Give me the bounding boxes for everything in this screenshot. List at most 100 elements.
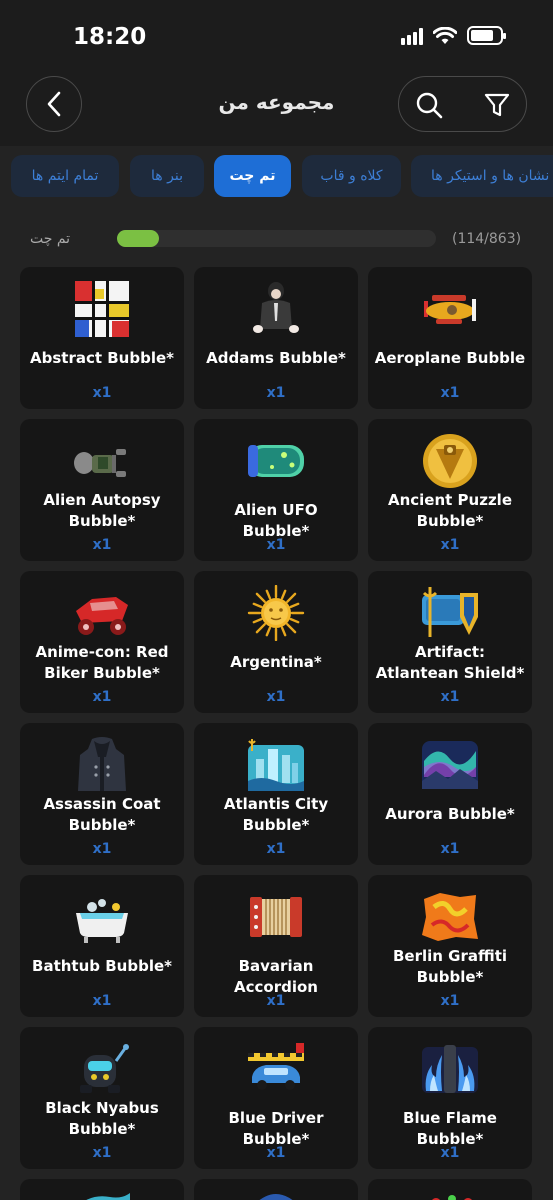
- item-name: Artifact: Atlantean Shield*: [375, 643, 525, 682]
- item-card[interactable]: Aeroplane Bubble x1: [368, 267, 532, 409]
- tab-all-items[interactable]: تمام ایتم ها: [11, 155, 119, 197]
- item-card[interactable]: Bavarian Accordion x1: [194, 875, 358, 1017]
- item-card[interactable]: Blue Driver Bubble* x1: [194, 1027, 358, 1169]
- item-quantity: x1: [266, 993, 286, 1009]
- planet-icon: [259, 1194, 293, 1200]
- bathtub-icon: [76, 899, 128, 943]
- search-icon[interactable]: [415, 91, 443, 119]
- item-card[interactable]: Blue Flame Bubble* x1: [368, 1027, 532, 1169]
- sun-ray: [265, 589, 272, 600]
- sun-ray: [289, 602, 300, 609]
- sun-ray: [286, 623, 297, 634]
- robot-bus-icon: [80, 1044, 129, 1093]
- item-card[interactable]: Berlin Graffiti Bubble* x1: [368, 875, 532, 1017]
- top-bar: 18:20 مجموعه من: [0, 0, 553, 146]
- fish-icon: [86, 1193, 130, 1200]
- sun-ray: [255, 623, 266, 634]
- item-name: Aeroplane Bubble: [374, 349, 526, 367]
- item-quantity: x1: [440, 385, 460, 401]
- page-title: مجموعه من: [218, 90, 335, 114]
- blue-car-icon: [248, 1043, 304, 1090]
- item-quantity: x1: [266, 1145, 286, 1161]
- battery-icon: [467, 26, 506, 45]
- filter-icon[interactable]: [483, 91, 511, 119]
- item-name: Bavarian Accordion: [234, 957, 318, 996]
- item-quantity: x1: [92, 385, 112, 401]
- progress-label: تم چت: [30, 231, 71, 247]
- back-button[interactable]: [26, 76, 82, 132]
- item-card[interactable]: Black Nyabus Bubble* x1: [20, 1027, 184, 1169]
- alien-body-icon: [74, 449, 126, 477]
- item-card[interactable]: Assassin Coat Bubble* x1: [20, 723, 184, 865]
- item-name: Blue Driver Bubble*: [228, 1109, 324, 1148]
- item-quantity: x1: [440, 537, 460, 553]
- item-card[interactable]: Argentina* x1: [194, 571, 358, 713]
- item-quantity: x1: [266, 689, 286, 705]
- sun-ray: [286, 592, 297, 603]
- sun-ray: [280, 626, 287, 637]
- item-name: Berlin Graffiti Bubble*: [392, 947, 508, 986]
- red-bike-icon: [76, 597, 128, 635]
- sun-ray: [280, 589, 287, 600]
- item-quantity: x1: [440, 1145, 460, 1161]
- coat-icon: [78, 737, 126, 791]
- item-card[interactable]: [20, 1179, 184, 1200]
- item-quantity: x1: [266, 537, 286, 553]
- item-quantity: x1: [266, 841, 286, 857]
- item-name: Aurora Bubble*: [385, 805, 515, 823]
- aeroplane-icon: [424, 295, 476, 324]
- item-card[interactable]: Atlantis City Bubble* x1: [194, 723, 358, 865]
- item-name: Atlantis City Bubble*: [223, 795, 329, 834]
- ufo-icon: [248, 445, 304, 477]
- tab-chat-themes[interactable]: تم چت: [214, 155, 291, 197]
- item-card[interactable]: Anime-con: Red Biker Bubble* x1: [20, 571, 184, 713]
- wifi-icon: [433, 26, 457, 44]
- graffiti-icon: [422, 893, 478, 941]
- item-card[interactable]: Abstract Bubble* x1: [20, 267, 184, 409]
- tab-hats-frames[interactable]: کلاه و قاب: [302, 155, 401, 197]
- sun-of-may-icon: [247, 585, 305, 641]
- sun-ray: [265, 626, 272, 637]
- progress-count: (114/863): [452, 231, 522, 247]
- item-name: Argentina*: [230, 653, 322, 671]
- underwater-city-icon: [248, 739, 304, 791]
- item-name: Blue Flame Bubble*: [403, 1109, 497, 1148]
- gold-puzzle-icon: [423, 434, 477, 488]
- signal-icon: [401, 27, 423, 45]
- item-card[interactable]: Ancient Puzzle Bubble* x1: [368, 419, 532, 561]
- tab-banners[interactable]: بنر ها: [130, 155, 204, 197]
- item-card[interactable]: [194, 1179, 358, 1200]
- item-card[interactable]: Alien UFO Bubble* x1: [194, 419, 358, 561]
- item-name: Ancient Puzzle Bubble*: [387, 491, 512, 530]
- item-card[interactable]: Artifact: Atlantean Shield* x1: [368, 571, 532, 713]
- sun-ray: [252, 602, 263, 609]
- item-quantity: x1: [440, 841, 460, 857]
- mondrian-icon: [75, 281, 129, 337]
- item-card[interactable]: Addams Bubble* x1: [194, 267, 358, 409]
- item-card[interactable]: Aurora Bubble* x1: [368, 723, 532, 865]
- item-card[interactable]: Bathtub Bubble* x1: [20, 875, 184, 1017]
- item-name: Assassin Coat Bubble*: [43, 795, 161, 834]
- sun-ray: [289, 617, 300, 624]
- item-quantity: x1: [92, 537, 112, 553]
- tab-badges-stickers[interactable]: نشان ها و استیکر ها: [411, 155, 553, 197]
- accordion-icon: [250, 897, 302, 937]
- item-name: Black Nyabus Bubble*: [45, 1099, 159, 1138]
- item-name: Alien UFO Bubble*: [234, 501, 318, 540]
- item-quantity: x1: [92, 689, 112, 705]
- item-card[interactable]: [368, 1179, 532, 1200]
- item-name: Abstract Bubble*: [30, 349, 174, 367]
- item-quantity: x1: [92, 1145, 112, 1161]
- flowers-icon: [432, 1195, 472, 1200]
- item-name: Addams Bubble*: [206, 349, 346, 367]
- trident-shield-icon: [422, 587, 478, 637]
- item-name: Anime-con: Red Biker Bubble*: [35, 643, 169, 682]
- item-quantity: x1: [92, 841, 112, 857]
- blue-flame-icon: [422, 1045, 478, 1093]
- item-name: Alien Autopsy Bubble*: [43, 491, 161, 530]
- item-card[interactable]: Alien Autopsy Bubble* x1: [20, 419, 184, 561]
- item-quantity: x1: [266, 385, 286, 401]
- chevron-left-icon: [47, 91, 61, 117]
- item-name: Bathtub Bubble*: [32, 957, 172, 975]
- item-quantity: x1: [92, 993, 112, 1009]
